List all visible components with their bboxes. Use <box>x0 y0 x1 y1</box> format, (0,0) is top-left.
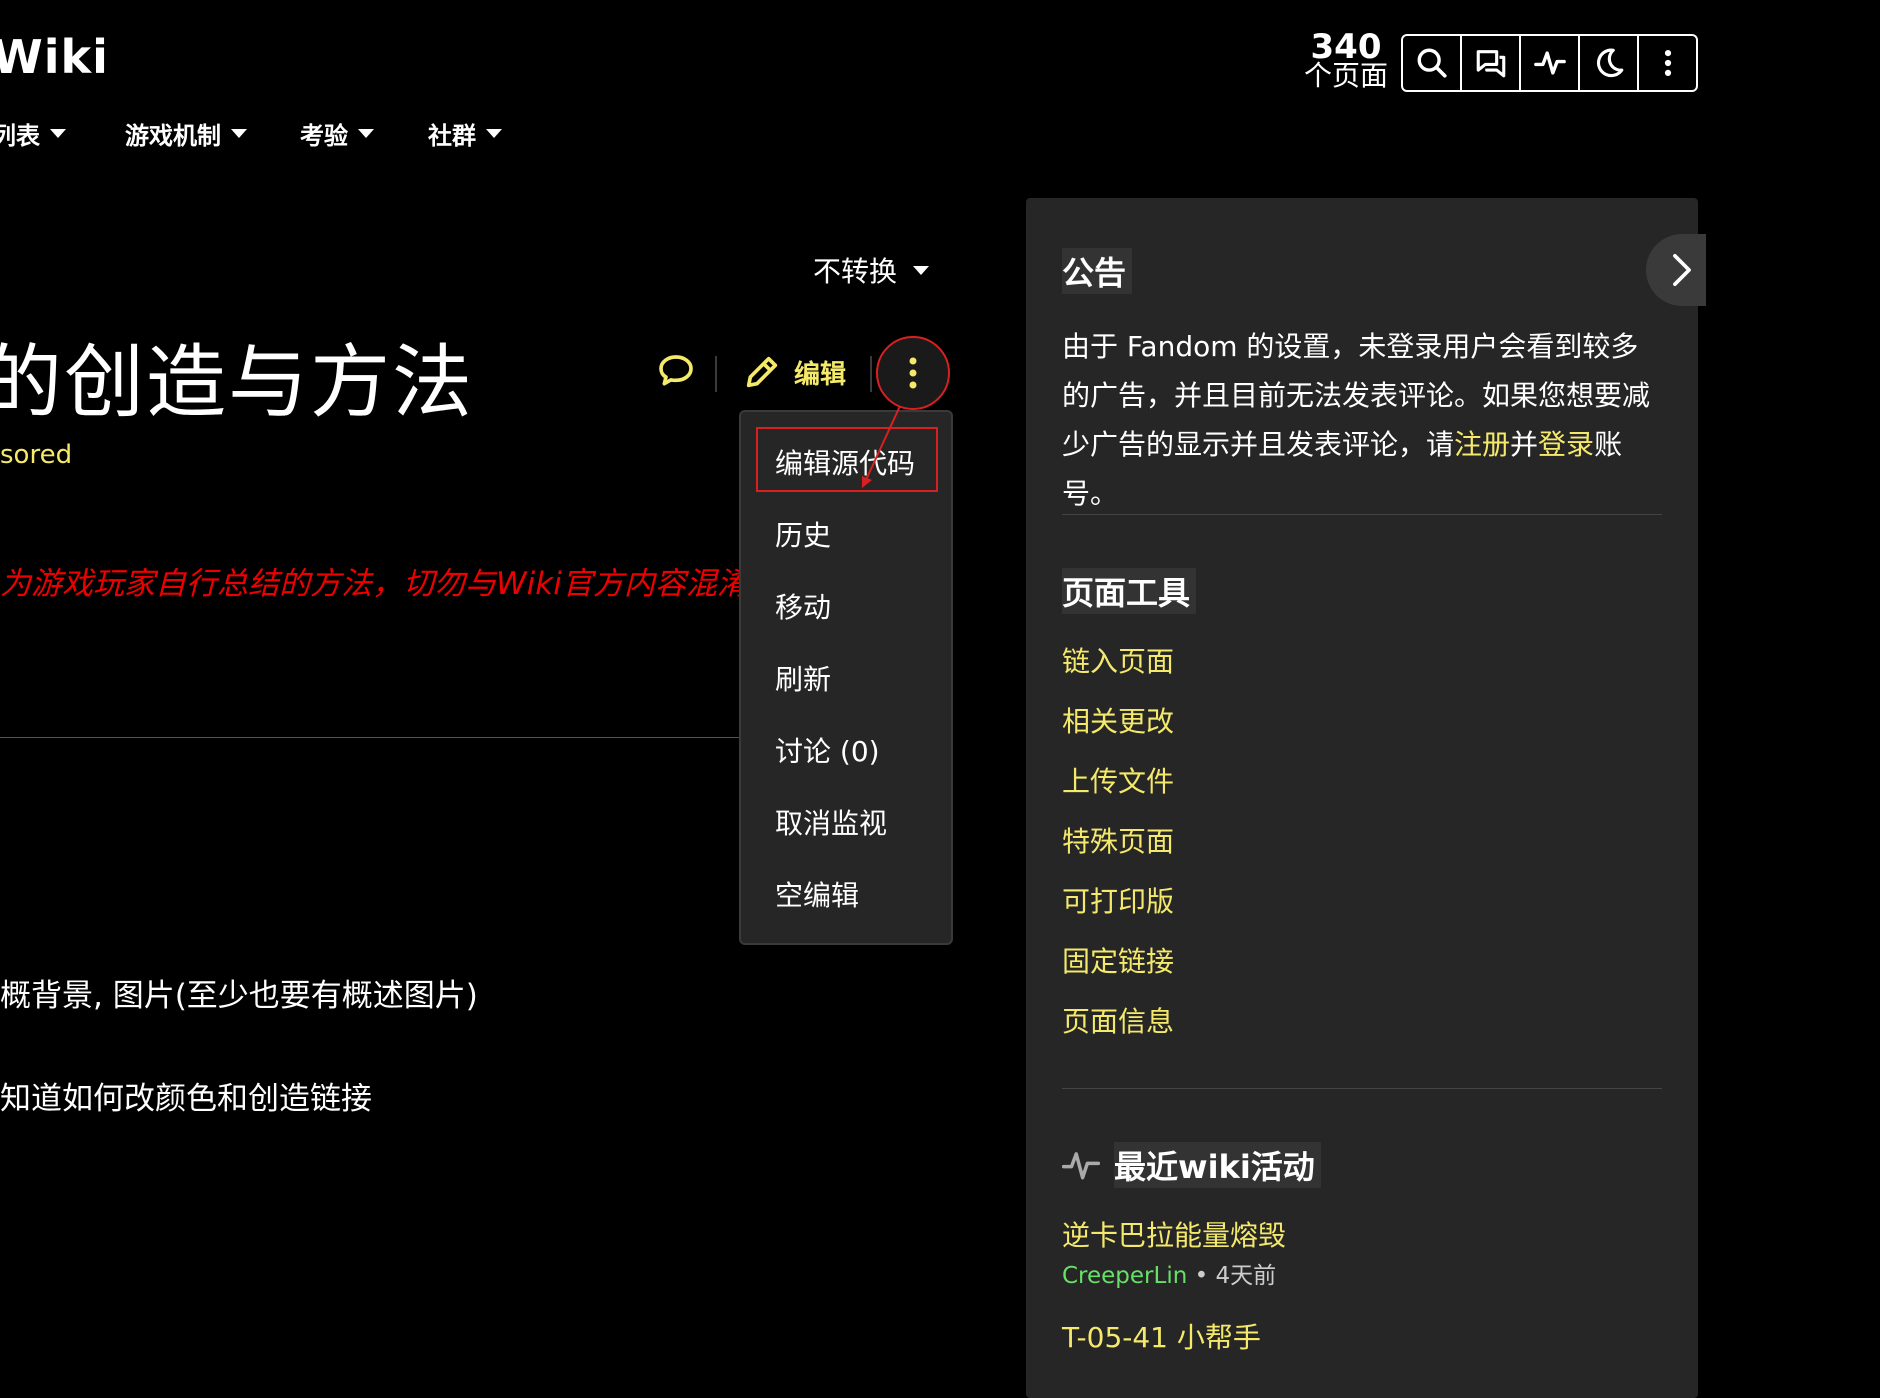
page-title: 的创造与方法 <box>0 336 474 429</box>
rail-divider <box>1062 514 1662 515</box>
comments-button[interactable] <box>656 352 696 392</box>
dark-mode-icon <box>1596 48 1623 78</box>
nav-item-game-mechanics[interactable]: 游戏机制 <box>125 116 247 151</box>
body-text-line: 概背景, 图片(至少也要有概述图片) <box>0 978 478 1014</box>
toolbar-more-button[interactable] <box>1639 36 1696 90</box>
caret-down-icon <box>231 129 247 138</box>
annotation-arrow <box>862 405 901 488</box>
page-tools-heading: 页面工具 <box>1062 568 1197 614</box>
announcement-text: 由于 Fandom 的设置，未登录用户会看到较多的广告，并且目前无法发表评论。如… <box>1062 322 1662 518</box>
body-text-line: 知道如何改颜色和创造链接 <box>0 1081 372 1117</box>
activity-icon <box>1533 51 1566 75</box>
activity-time: 4天前 <box>1215 1263 1277 1289</box>
nav-item-label: 考验 <box>300 122 348 150</box>
tool-link-printable[interactable]: 可打印版 <box>1062 880 1174 920</box>
chevron-right-icon <box>1673 253 1691 287</box>
rail-divider <box>1062 1088 1662 1089</box>
more-vertical-icon <box>909 357 917 389</box>
dark-mode-button[interactable] <box>1580 36 1639 90</box>
language-variant-select[interactable]: 不转换 <box>813 250 930 290</box>
activity-icon <box>1062 1152 1100 1180</box>
search-icon <box>1417 48 1447 78</box>
search-button[interactable] <box>1403 36 1462 90</box>
tool-link-related-changes[interactable]: 相关更改 <box>1062 700 1174 740</box>
nav-item-label: 社群 <box>428 122 476 150</box>
highlight-box <box>756 427 938 492</box>
activity-button[interactable] <box>1521 36 1580 90</box>
variant-label: 不转换 <box>813 255 898 288</box>
nav-item-list[interactable]: 列表 <box>0 116 66 151</box>
pencil-icon <box>746 356 778 388</box>
tool-link-permanent-link[interactable]: 固定链接 <box>1062 940 1174 980</box>
menu-item-null-edit[interactable]: 空编辑 <box>775 874 859 914</box>
discussions-icon <box>1476 50 1505 78</box>
action-divider <box>870 356 872 392</box>
page-actions-more-button[interactable] <box>876 336 950 410</box>
edit-button[interactable]: 编辑 <box>742 352 846 392</box>
activity-page-link[interactable]: T-05-41 小帮手 <box>1062 1316 1261 1356</box>
nav-item-label: 列表 <box>0 122 40 150</box>
menu-item-purge[interactable]: 刷新 <box>775 658 831 698</box>
menu-item-move[interactable]: 移动 <box>775 586 831 626</box>
announcement-heading: 公告 <box>1062 248 1133 294</box>
recent-activity-heading: 最近wiki活动 <box>1114 1142 1321 1188</box>
comment-icon <box>659 355 693 386</box>
nav-item-label: 游戏机制 <box>125 122 221 150</box>
page-count-label: 个页面 <box>1303 59 1388 92</box>
menu-item-history[interactable]: 历史 <box>775 514 831 554</box>
content-divider <box>0 737 740 738</box>
wiki-logo[interactable]: Wiki <box>0 30 109 84</box>
tool-link-special-pages[interactable]: 特殊页面 <box>1062 820 1174 860</box>
and-text: 并 <box>1510 428 1539 461</box>
tool-link-what-links-here[interactable]: 链入页面 <box>1062 640 1174 680</box>
caret-down-icon <box>913 265 930 275</box>
more-vertical-icon <box>1664 49 1671 77</box>
edit-label: 编辑 <box>794 359 847 390</box>
caret-down-icon <box>358 129 374 138</box>
menu-item-talk[interactable]: 讨论 (0) <box>775 730 880 770</box>
activity-user-link[interactable]: CreeperLin <box>1062 1263 1187 1289</box>
activity-page-link[interactable]: 逆卡巴拉能量熔毁 <box>1062 1214 1286 1254</box>
nav-item-community[interactable]: 社群 <box>428 116 502 151</box>
tool-link-upload-file[interactable]: 上传文件 <box>1062 760 1174 800</box>
register-link[interactable]: 注册 <box>1454 428 1510 461</box>
wiki-toolbar <box>1401 34 1698 92</box>
activity-meta: CreeperLin • 4天前 <box>1062 1263 1277 1289</box>
notice-text: 为游戏玩家自行总结的方法，切勿与Wiki官方内容混淆 <box>0 566 740 602</box>
nav-item-trials[interactable]: 考验 <box>300 116 374 151</box>
menu-item-unwatch[interactable]: 取消监视 <box>775 802 887 842</box>
caret-down-icon <box>486 129 502 138</box>
caret-down-icon <box>50 129 66 138</box>
discussions-button[interactable] <box>1462 36 1521 90</box>
action-divider <box>715 356 717 392</box>
page-count: 340 个页面 <box>1300 30 1392 90</box>
sponsored-label: sored <box>0 440 73 470</box>
tool-link-page-info[interactable]: 页面信息 <box>1062 1000 1174 1040</box>
login-link[interactable]: 登录 <box>1538 428 1594 461</box>
